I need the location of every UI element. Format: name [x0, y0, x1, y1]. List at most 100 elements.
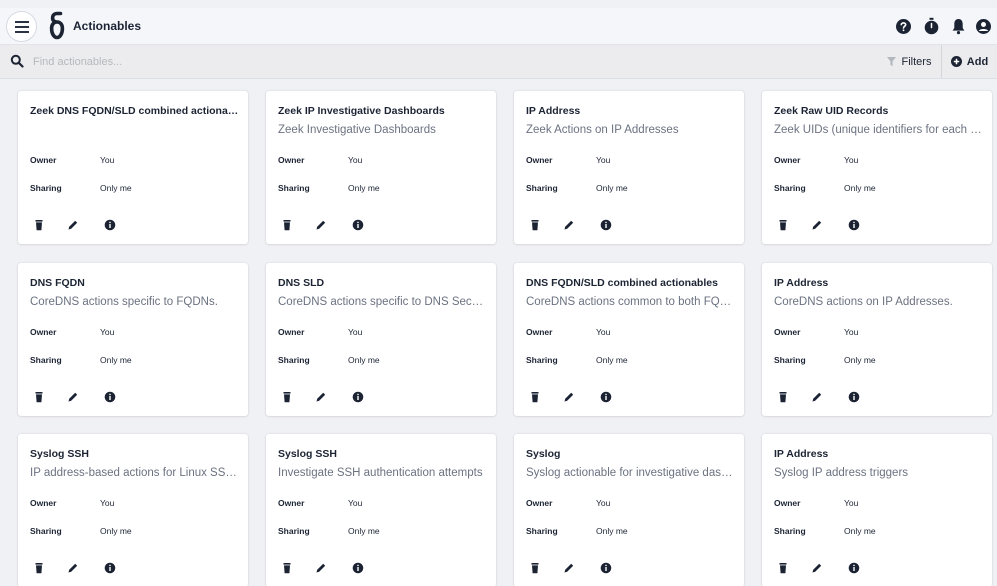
app-logo [49, 11, 65, 40]
owner-value: You [596, 498, 611, 508]
trash-icon[interactable] [529, 561, 541, 574]
card-description: CoreDNS actions specific to DNS Second L… [278, 296, 488, 308]
actionable-card[interactable]: Zeek Raw UID Records Zeek UIDs (unique id… [762, 91, 992, 244]
card-description: CoreDNS actions common to both FQDNs and… [526, 296, 736, 308]
search-input[interactable] [33, 51, 633, 73]
owner-label: Owner [774, 155, 801, 165]
owner-value: You [596, 155, 611, 165]
trash-icon[interactable] [777, 218, 789, 231]
info-circle-icon[interactable] [848, 561, 860, 574]
pencil-icon[interactable] [315, 390, 327, 402]
owner-value: You [844, 327, 859, 337]
card-description: Investigate SSH authentication attempts [278, 467, 483, 479]
sharing-value: Only me [348, 183, 380, 193]
info-circle-icon[interactable] [600, 218, 612, 231]
card-title: Zeek IP Investigative Dashboards [278, 105, 445, 117]
pencil-icon[interactable] [811, 218, 823, 230]
owner-label: Owner [526, 498, 553, 508]
pencil-icon[interactable] [811, 561, 823, 573]
page-title: Actionables [73, 19, 142, 33]
owner-value: You [844, 155, 859, 165]
card-description: CoreDNS actions specific to FQDNs. [30, 296, 218, 308]
trash-icon[interactable] [777, 390, 789, 403]
actionable-card[interactable]: IP Address CoreDNS actions on IP Addresse… [762, 263, 992, 416]
stopwatch-icon[interactable] [921, 16, 942, 37]
card-title: IP Address [774, 277, 829, 289]
actionable-card[interactable]: Zeek DNS FQDN/SLD combined actionables Ow… [18, 91, 248, 244]
add-button[interactable]: Add [942, 45, 997, 78]
menu-button[interactable] [6, 11, 37, 42]
pencil-icon[interactable] [563, 390, 575, 402]
pencil-icon[interactable] [563, 218, 575, 230]
card-title: DNS FQDN/SLD combined actionables [526, 277, 718, 289]
actionable-card[interactable]: DNS FQDN CoreDNS actions specific to FQDN… [18, 263, 248, 416]
info-circle-icon[interactable] [104, 561, 116, 574]
pencil-icon[interactable] [67, 390, 79, 402]
actionable-card[interactable]: Zeek IP Investigative Dashboards Zeek Inv… [266, 91, 496, 244]
filter-icon [886, 56, 896, 66]
sharing-label: Sharing [526, 526, 558, 536]
owner-label: Owner [278, 327, 305, 337]
actionable-card[interactable]: Syslog SSH Investigate SSH authentication… [266, 434, 496, 586]
card-title: Syslog SSH [278, 448, 337, 460]
owner-label: Owner [774, 327, 801, 337]
sharing-value: Only me [348, 355, 380, 365]
actionable-card[interactable]: DNS SLD CoreDNS actions specific to DNS S… [266, 263, 496, 416]
info-circle-icon[interactable] [600, 390, 612, 403]
info-circle-icon[interactable] [848, 390, 860, 403]
pencil-icon[interactable] [315, 561, 327, 573]
trash-icon[interactable] [33, 218, 45, 231]
owner-label: Owner [526, 155, 553, 165]
owner-label: Owner [278, 155, 305, 165]
actionable-card[interactable]: Syslog Syslog actionable for investigativ… [514, 434, 744, 586]
card-title: IP Address [526, 105, 581, 117]
sharing-label: Sharing [774, 526, 806, 536]
sharing-label: Sharing [278, 183, 310, 193]
actionable-card[interactable]: IP Address Zeek Actions on IP Addresses Ow… [514, 91, 744, 244]
sharing-value: Only me [100, 355, 132, 365]
pencil-icon[interactable] [67, 218, 79, 230]
info-circle-icon[interactable] [848, 218, 860, 231]
trash-icon[interactable] [529, 390, 541, 403]
sharing-value: Only me [844, 183, 876, 193]
pencil-icon[interactable] [67, 561, 79, 573]
trash-icon[interactable] [281, 390, 293, 403]
pencil-icon[interactable] [563, 561, 575, 573]
bell-icon[interactable] [948, 16, 969, 37]
card-title: Syslog [526, 448, 561, 460]
info-circle-icon[interactable] [352, 390, 364, 403]
sharing-label: Sharing [774, 355, 806, 365]
info-circle-icon[interactable] [352, 561, 364, 574]
card-description: Syslog actionable for investigative dash… [526, 467, 736, 479]
actionable-card[interactable]: DNS FQDN/SLD combined actionables CoreDNS… [514, 263, 744, 416]
account-circle-icon[interactable] [973, 16, 994, 37]
sharing-value: Only me [596, 183, 628, 193]
owner-label: Owner [774, 498, 801, 508]
owner-value: You [348, 327, 363, 337]
pencil-icon[interactable] [811, 390, 823, 402]
info-circle-icon[interactable] [600, 561, 612, 574]
card-description: Zeek Investigative Dashboards [278, 124, 436, 136]
trash-icon[interactable] [777, 561, 789, 574]
owner-value: You [348, 155, 363, 165]
sharing-label: Sharing [30, 183, 62, 193]
trash-icon[interactable] [529, 218, 541, 231]
actionable-card[interactable]: Syslog SSH IP address-based actions for L… [18, 434, 248, 586]
actionable-card[interactable]: IP Address Syslog IP address triggers Owne… [762, 434, 992, 586]
trash-icon[interactable] [33, 561, 45, 574]
card-title: Zeek Raw UID Records [774, 105, 889, 117]
pencil-icon[interactable] [315, 218, 327, 230]
info-circle-icon[interactable] [104, 218, 116, 231]
trash-icon[interactable] [33, 390, 45, 403]
filters-button[interactable]: Filters [877, 45, 942, 78]
trash-icon[interactable] [281, 218, 293, 231]
trash-icon[interactable] [281, 561, 293, 574]
plus-circle-icon [950, 56, 962, 67]
info-circle-icon[interactable] [352, 218, 364, 231]
info-circle-icon[interactable] [104, 390, 116, 403]
owner-label: Owner [526, 327, 553, 337]
card-title: DNS SLD [278, 277, 325, 289]
card-title: DNS FQDN [30, 277, 85, 289]
owner-label: Owner [30, 498, 57, 508]
help-circle-icon[interactable] [893, 16, 914, 37]
